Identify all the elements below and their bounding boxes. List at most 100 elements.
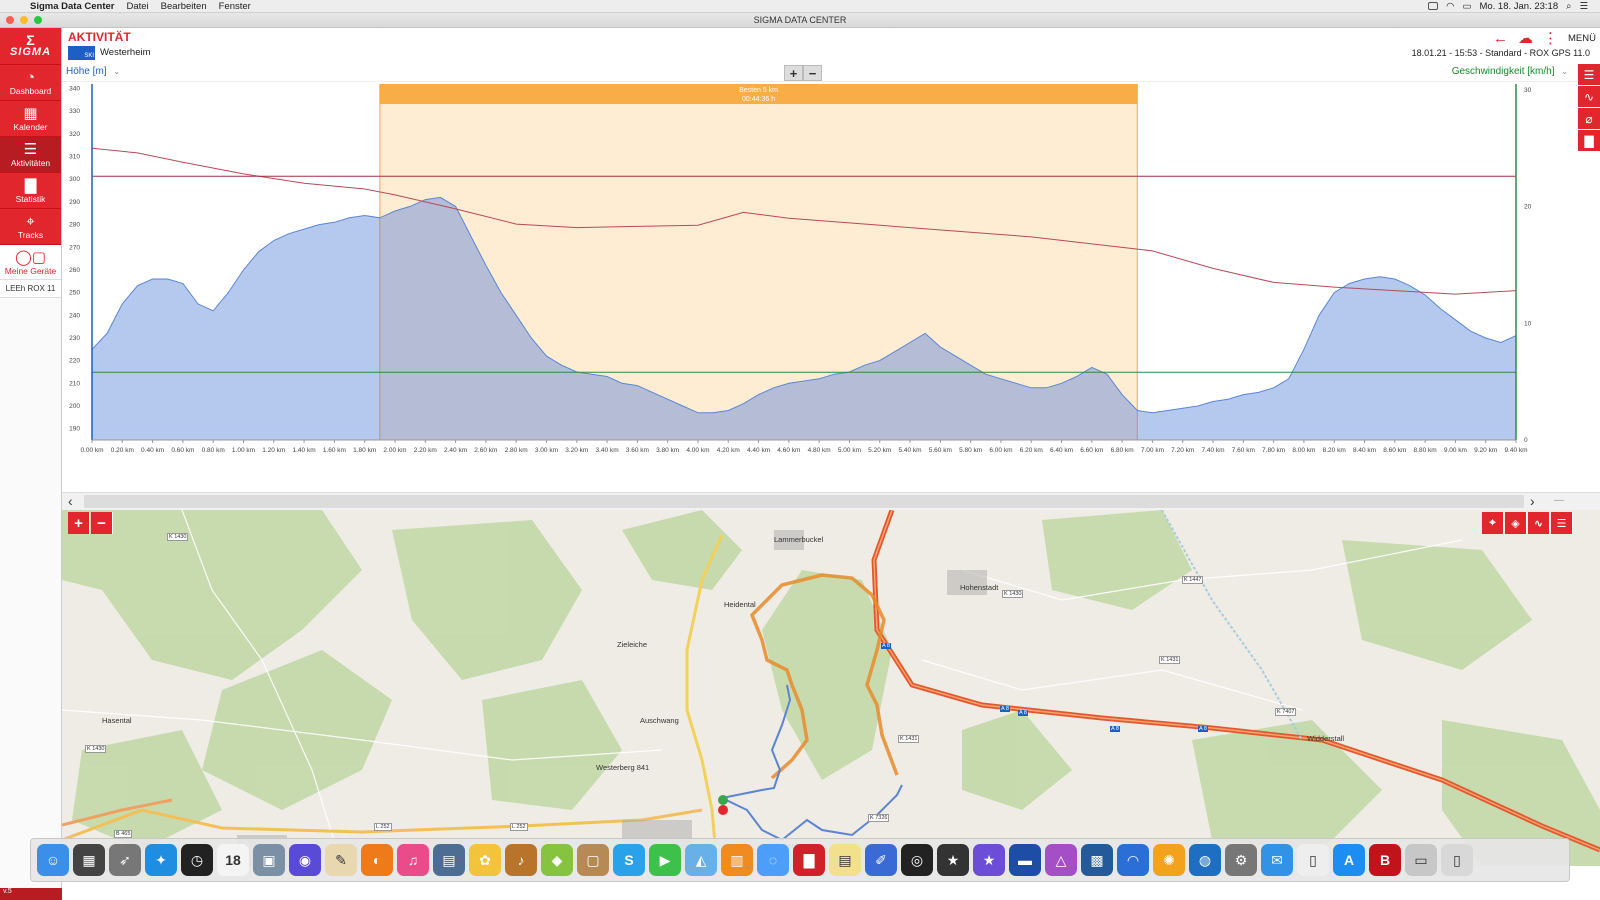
dock-affinity-icon[interactable]: △ xyxy=(1045,844,1077,876)
bar-chart-icon: ▇ xyxy=(24,177,37,194)
dock-safari-icon[interactable]: ✦ xyxy=(145,844,177,876)
menubar-clock[interactable]: Mo. 18. Jan. 23:18 xyxy=(1479,1,1558,12)
maximize-window-icon[interactable] xyxy=(34,16,42,24)
x-tick-label: 6.40 km xyxy=(1050,447,1073,454)
collapse-icon[interactable]: — xyxy=(1554,495,1564,506)
more-vertical-icon[interactable]: ⋮ xyxy=(1543,31,1558,46)
battery-icon[interactable]: ▭ xyxy=(1462,1,1471,12)
dock-messages-icon[interactable]: ◌ xyxy=(757,844,789,876)
dock-photos-browser-icon[interactable]: ✎ xyxy=(325,844,357,876)
dock-pixelmator-icon[interactable]: ✐ xyxy=(865,844,897,876)
cloud-sync-icon[interactable]: ☁ xyxy=(1518,31,1533,46)
dock-system-prefs-icon[interactable]: ⚙ xyxy=(1225,844,1257,876)
dock-final-cut-icon[interactable]: ★ xyxy=(937,844,969,876)
wifi-icon[interactable]: ◠ xyxy=(1446,1,1454,12)
dock-android-icon[interactable]: ◆ xyxy=(541,844,573,876)
map-list-icon[interactable]: ☰ xyxy=(1551,512,1573,534)
layers-icon[interactable]: ◈ xyxy=(1505,512,1527,534)
dock-notes-icon[interactable]: ▤ xyxy=(829,844,861,876)
map-zoom-out-button[interactable]: − xyxy=(91,512,113,534)
dock-downloads-icon[interactable]: ▭ xyxy=(1405,844,1437,876)
profile-chart[interactable]: Besten 5 km 00:44:36 h 190 200 210 220 230 24… xyxy=(62,82,1600,492)
dock-finder-icon[interactable]: ☺ xyxy=(37,844,69,876)
chart-zoom-in-button[interactable]: + xyxy=(784,65,803,81)
sidebar-item-statistik[interactable]: ▇ Statistik xyxy=(0,172,61,208)
close-window-icon[interactable] xyxy=(6,16,14,24)
dock-screenflow-icon[interactable]: ▩ xyxy=(1081,844,1113,876)
dock-claquette-icon[interactable]: ▬ xyxy=(1009,844,1041,876)
dock-mail-icon[interactable]: ✉ xyxy=(1261,844,1293,876)
elevation-toggle-icon[interactable]: ∿ xyxy=(1528,512,1550,534)
dock-rocket-icon[interactable]: ➶ xyxy=(109,844,141,876)
dock-compass-icon[interactable]: ✺ xyxy=(1153,844,1185,876)
map-road-label: L 252 xyxy=(374,823,392,831)
sidebar-item-meine-geraete[interactable]: ◯▢ Meine Geräte xyxy=(0,244,61,280)
x-tick-label: 0.40 km xyxy=(141,447,164,454)
notification-icon[interactable]: ☰ xyxy=(1579,1,1588,12)
dock-facetime-icon[interactable]: ▶ xyxy=(649,844,681,876)
menu-bearbeiten[interactable]: Bearbeiten xyxy=(161,1,207,12)
sidebar: Σ SIGMA ◔ Dashboard ▦ Kalender ☰ Aktivit… xyxy=(0,28,62,900)
sidebar-item-aktivitaeten[interactable]: ☰ Aktivitäten xyxy=(0,136,61,172)
dock-contacts-icon[interactable]: ▢ xyxy=(577,844,609,876)
x-tick-label: 8.80 km xyxy=(1414,447,1437,454)
dock-launchpad-icon[interactable]: ▦ xyxy=(73,844,105,876)
sidebar-item-tracks[interactable]: ⌖ Tracks xyxy=(0,208,61,244)
dock-dashboard-icon[interactable]: ◷ xyxy=(181,844,213,876)
dock-garageband-icon[interactable]: ♪ xyxy=(505,844,537,876)
dock-maps-icon[interactable]: ◭ xyxy=(685,844,717,876)
dock-b-app-icon[interactable]: B xyxy=(1369,844,1401,876)
x-tick-label: 7.40 km xyxy=(1201,447,1224,454)
chevron-left-icon[interactable]: ‹ xyxy=(68,493,73,509)
activity-name[interactable]: Westerheim xyxy=(100,47,151,58)
dock-sigma-datacenter-icon[interactable]: ▇ xyxy=(793,844,825,876)
dock-books-icon[interactable]: ▥ xyxy=(721,844,753,876)
dock-audio-icon[interactable]: ◠ xyxy=(1117,844,1149,876)
spotlight-icon[interactable]: ⌕ xyxy=(1566,1,1571,12)
x-tick-label: 2.60 km xyxy=(474,447,497,454)
dock-imovie-icon[interactable]: ★ xyxy=(973,844,1005,876)
sidebar-item-kalender[interactable]: ▦ Kalender xyxy=(0,100,61,136)
timeline-scrollbar[interactable]: ‹ › — xyxy=(62,492,1600,510)
map-zoom-in-button[interactable]: + xyxy=(68,512,90,534)
back-arrow-icon[interactable]: ← xyxy=(1493,31,1508,46)
dock-firefox-icon[interactable]: ◐ xyxy=(361,844,393,876)
dock-davinci-icon[interactable]: ◎ xyxy=(901,844,933,876)
minimize-window-icon[interactable] xyxy=(20,16,28,24)
menubar-app-name[interactable]: Sigma Data Center xyxy=(30,1,114,12)
dock-calendar-icon[interactable]: 18 xyxy=(217,844,249,876)
right-axis-select[interactable]: Geschwindigkeit [km/h] ⌄ xyxy=(1452,66,1568,77)
menu-button[interactable]: MENÜ xyxy=(1568,33,1596,44)
menu-datei[interactable]: Datei xyxy=(126,1,148,12)
y-tick-label: 290 xyxy=(69,199,80,206)
left-axis-select[interactable]: Höhe [m] ⌄ xyxy=(66,66,120,77)
start-marker[interactable] xyxy=(718,795,728,805)
dock-image-capture-icon[interactable]: ▤ xyxy=(433,844,465,876)
map-road-label: L 252 xyxy=(510,823,528,831)
timeline-thumb[interactable] xyxy=(84,495,1524,508)
tray-icon[interactable] xyxy=(1428,2,1439,10)
dock-trash-icon[interactable]: ▯ xyxy=(1441,844,1473,876)
x-tick-label: 4.60 km xyxy=(777,447,800,454)
right-axis-label: Geschwindigkeit [km/h] xyxy=(1451,66,1555,77)
dock-photos-icon[interactable]: ✿ xyxy=(469,844,501,876)
dock-textedit-icon[interactable]: ▯ xyxy=(1297,844,1329,876)
sidebar-item-dashboard[interactable]: ◔ Dashboard xyxy=(0,64,61,100)
dock-globe-icon[interactable]: ◍ xyxy=(1189,844,1221,876)
x-tick-label: 3.40 km xyxy=(596,447,619,454)
dock-preview-icon[interactable]: ▣ xyxy=(253,844,285,876)
menu-fenster[interactable]: Fenster xyxy=(219,1,251,12)
dock-app-store-icon[interactable]: A xyxy=(1333,844,1365,876)
chevron-right-icon[interactable]: › xyxy=(1530,493,1535,509)
locate-icon[interactable]: ⌖ xyxy=(1482,512,1504,534)
x-tick-label: 5.40 km xyxy=(898,447,921,454)
dock-itunes-icon[interactable]: ♫ xyxy=(397,844,429,876)
apple-icon[interactable] xyxy=(10,0,22,12)
x-tick-label: 3.80 km xyxy=(656,447,679,454)
dock-skype-icon[interactable]: S xyxy=(613,844,645,876)
finish-marker[interactable] xyxy=(718,805,728,815)
dock-siri-icon[interactable]: ◉ xyxy=(289,844,321,876)
chart-zoom-out-button[interactable]: − xyxy=(803,65,822,81)
device-name[interactable]: LEEh ROX 11 xyxy=(0,280,61,298)
route-map[interactable]: Lammerbuckel Heidental Hohenstadt Zieleiche… xyxy=(62,510,1600,866)
